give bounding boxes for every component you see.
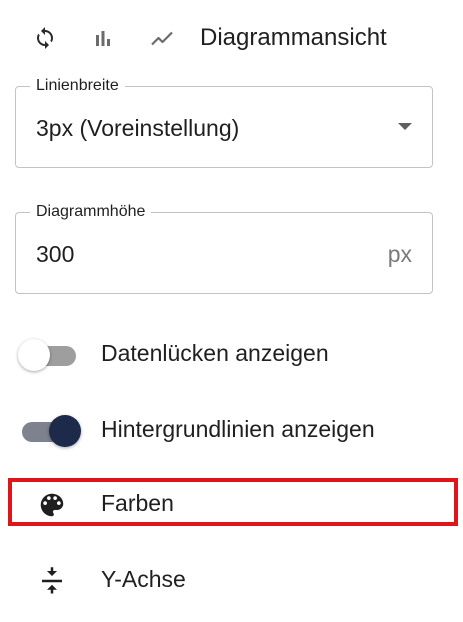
show-gaps-setting[interactable]: Datenlücken anzeigen [0,326,463,382]
y-axis-setting[interactable]: Y-Achse [0,552,463,608]
line-chart-icon[interactable] [150,26,174,50]
show-grid-label: Hintergrundlinien anzeigen [101,416,375,442]
refresh-icon[interactable] [33,26,57,50]
show-grid-toggle-knob[interactable] [49,415,81,447]
compress-vertical-icon [42,567,62,594]
chart-height-unit: px [387,241,412,267]
line-width-select[interactable]: Linienbreite 3px (Voreinstellung) [15,76,433,168]
show-grid-setting[interactable]: Hintergrundlinien anzeigen [0,402,463,458]
chart-height-input[interactable]: 300 [36,239,74,269]
chart-height-label: Diagrammhöhe [30,202,152,222]
chart-height-field[interactable]: Diagrammhöhe 300 px [15,202,433,294]
line-width-label: Linienbreite [30,76,125,96]
bar-chart-icon[interactable] [91,26,115,50]
show-gaps-label: Datenlücken anzeigen [101,340,329,366]
line-width-value: 3px (Voreinstellung) [36,115,240,141]
page-title: Diagrammansicht [200,24,387,51]
chart-view-header: Diagrammansicht [0,14,463,62]
chevron-down-icon[interactable] [398,123,412,130]
y-axis-label: Y-Achse [101,566,186,592]
show-gaps-toggle-knob[interactable] [18,339,50,371]
colors-highlight-frame [8,478,458,526]
